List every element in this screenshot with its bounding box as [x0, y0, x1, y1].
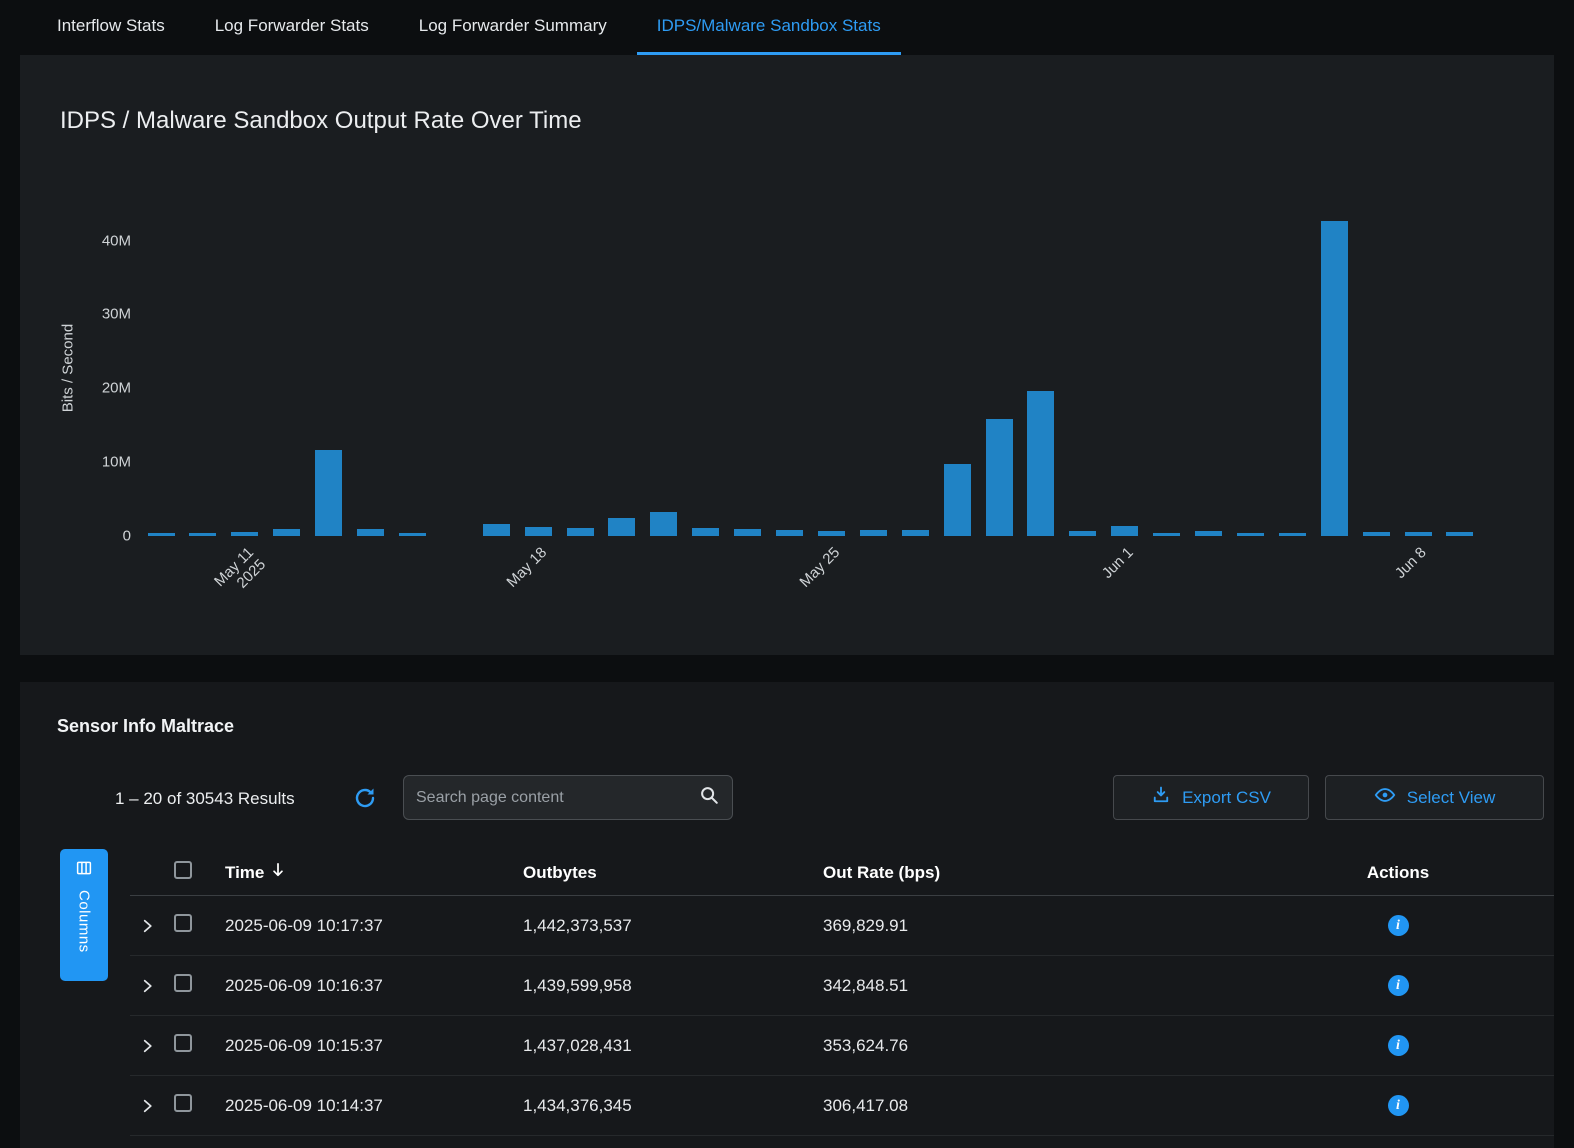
chart-bar [525, 527, 552, 536]
row-checkbox[interactable] [174, 1034, 192, 1052]
chart-bar [860, 530, 887, 536]
data-table: Time Outbytes Out Rate (bps) Actions 202… [130, 850, 1554, 1136]
download-icon [1151, 785, 1171, 810]
plot-area: 010M20M30M40MMay 112025May 18May 25Jun 1… [145, 200, 1478, 536]
chart-bar [148, 533, 175, 536]
y-axis-tick: 30M [102, 306, 131, 323]
outbytes-cell: 1,439,599,958 [512, 976, 812, 996]
outrate-cell: 342,848.51 [812, 976, 1242, 996]
chart-bar [608, 518, 635, 536]
row-checkbox[interactable] [174, 1094, 192, 1112]
tab-bar: Interflow Stats Log Forwarder Stats Log … [0, 0, 1574, 55]
chart-bar [399, 533, 426, 536]
time-cell: 2025-06-09 10:16:37 [216, 976, 512, 996]
chart-bar [1446, 532, 1473, 536]
search-input[interactable] [416, 789, 698, 807]
select-all-checkbox[interactable] [174, 861, 192, 879]
refresh-icon[interactable] [353, 786, 377, 815]
chart-bar [986, 419, 1013, 536]
chart-bar [1153, 533, 1180, 536]
results-count: 1 – 20 of 30543 Results [115, 789, 295, 809]
chart-bar [944, 464, 971, 536]
tab-interflow-stats[interactable]: Interflow Stats [37, 0, 185, 55]
tab-idps-malware-sandbox-stats[interactable]: IDPS/Malware Sandbox Stats [637, 0, 901, 55]
row-checkbox[interactable] [174, 914, 192, 932]
chart-bar [567, 528, 594, 536]
table-body: 2025-06-09 10:17:371,442,373,537369,829.… [130, 896, 1554, 1136]
header-outbytes[interactable]: Outbytes [512, 863, 812, 883]
row-checkbox[interactable] [174, 974, 192, 992]
outbytes-cell: 1,434,376,345 [512, 1096, 812, 1116]
chart-bar [734, 529, 761, 536]
chart-bar [273, 529, 300, 536]
row-expand-button[interactable] [130, 1097, 170, 1115]
chart-bar [1363, 532, 1390, 536]
chart-bar [1069, 531, 1096, 536]
y-axis-label: Bits / Second [60, 324, 77, 412]
export-csv-button[interactable]: Export CSV [1113, 775, 1309, 820]
chart-bar [902, 530, 929, 536]
chart-bar [1279, 533, 1306, 536]
chart-bar [189, 533, 216, 536]
chart-bar [1405, 532, 1432, 536]
chart-bar [231, 532, 258, 536]
chart-bar [776, 530, 803, 536]
table-row: 2025-06-09 10:14:371,434,376,345306,417.… [130, 1076, 1554, 1136]
outrate-cell: 353,624.76 [812, 1036, 1242, 1056]
table-row: 2025-06-09 10:15:371,437,028,431353,624.… [130, 1016, 1554, 1076]
chart-title: IDPS / Malware Sandbox Output Rate Over … [60, 107, 582, 135]
tab-log-forwarder-summary[interactable]: Log Forwarder Summary [399, 0, 627, 55]
row-expand-button[interactable] [130, 977, 170, 995]
header-time-label: Time [225, 863, 264, 883]
table-row: 2025-06-09 10:16:371,439,599,958342,848.… [130, 956, 1554, 1016]
chart-bar [1321, 221, 1348, 536]
columns-icon [75, 859, 93, 882]
outbytes-cell: 1,437,028,431 [512, 1036, 812, 1056]
time-cell: 2025-06-09 10:17:37 [216, 916, 512, 936]
chart-bar [818, 531, 845, 536]
info-icon[interactable]: i [1388, 1095, 1409, 1116]
chart-bar [1195, 531, 1222, 536]
y-axis-tick: 10M [102, 454, 131, 471]
outbytes-cell: 1,442,373,537 [512, 916, 812, 936]
outrate-cell: 306,417.08 [812, 1096, 1242, 1116]
section-title: Sensor Info Maltrace [57, 716, 234, 737]
chart-bar [315, 450, 342, 536]
info-icon[interactable]: i [1388, 915, 1409, 936]
chart-bar [650, 512, 677, 536]
y-axis-tick: 20M [102, 380, 131, 397]
select-view-label: Select View [1407, 788, 1496, 808]
info-icon[interactable]: i [1388, 1035, 1409, 1056]
table-header-row: Time Outbytes Out Rate (bps) Actions [130, 850, 1554, 896]
chart-panel: IDPS / Malware Sandbox Output Rate Over … [20, 55, 1554, 655]
chart-bar [357, 529, 384, 536]
search-icon[interactable] [698, 784, 720, 811]
header-outrate[interactable]: Out Rate (bps) [812, 863, 1242, 883]
outrate-cell: 369,829.91 [812, 916, 1242, 936]
eye-icon [1374, 784, 1396, 811]
sort-desc-icon[interactable] [271, 861, 285, 884]
select-view-button[interactable]: Select View [1325, 775, 1544, 820]
tab-log-forwarder-stats[interactable]: Log Forwarder Stats [195, 0, 389, 55]
row-expand-button[interactable] [130, 1037, 170, 1055]
y-axis-tick: 0 [123, 528, 131, 545]
chart-bar [1111, 526, 1138, 536]
table-panel: Sensor Info Maltrace 1 – 20 of 30543 Res… [20, 682, 1554, 1148]
columns-button-label: Columns [76, 890, 93, 953]
y-axis-tick: 40M [102, 232, 131, 249]
table-row: 2025-06-09 10:17:371,442,373,537369,829.… [130, 896, 1554, 956]
chart-bar [1027, 391, 1054, 536]
header-actions: Actions [1242, 863, 1554, 883]
time-cell: 2025-06-09 10:14:37 [216, 1096, 512, 1116]
header-time[interactable]: Time [216, 861, 512, 884]
export-csv-label: Export CSV [1182, 788, 1271, 808]
time-cell: 2025-06-09 10:15:37 [216, 1036, 512, 1056]
row-expand-button[interactable] [130, 917, 170, 935]
info-icon[interactable]: i [1388, 975, 1409, 996]
columns-button[interactable]: Columns [60, 849, 108, 981]
search-box[interactable] [403, 775, 733, 820]
chart-bar [692, 528, 719, 536]
chart-bar [483, 524, 510, 536]
chart-bar [1237, 533, 1264, 536]
